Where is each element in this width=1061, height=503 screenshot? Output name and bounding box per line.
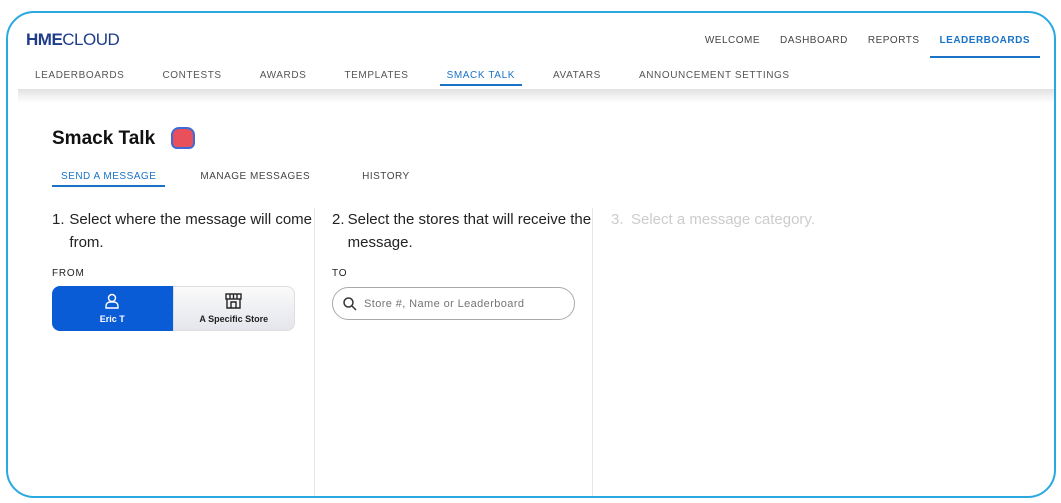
step-number: 1. (52, 211, 65, 228)
message-tabs: SEND A MESSAGE MANAGE MESSAGES HISTORY (52, 171, 445, 187)
topnav-leaderboards[interactable]: LEADERBOARDS (929, 35, 1040, 58)
step-number: 2. (332, 211, 345, 228)
tab-manage-messages[interactable]: MANAGE MESSAGES (191, 171, 319, 187)
subnav-announcement-settings[interactable]: ANNOUNCEMENT SETTINGS (632, 70, 797, 86)
from-option-store[interactable]: A Specific Store (172, 286, 295, 331)
step-text: Select a message category. (631, 211, 815, 228)
user-icon (105, 293, 119, 309)
topnav-dashboard[interactable]: DASHBOARD (770, 35, 858, 58)
header-shadow (18, 89, 1054, 103)
search-icon (343, 296, 357, 311)
page-title: Smack Talk (52, 128, 156, 149)
tab-history[interactable]: HISTORY (353, 171, 419, 187)
step-text: Select the stores that will receive the … (347, 211, 592, 251)
top-nav: WELCOME DASHBOARD REPORTS LEADERBOARDS (695, 35, 1040, 58)
step-from: 1. Select where the message will come fro… (52, 208, 314, 496)
logo-light: CLOUD (62, 30, 120, 49)
app-frame: HMECLOUD WELCOME DASHBOARD REPORTS LEADE… (6, 11, 1056, 498)
step-to: 2. Select the stores that will receive th… (314, 208, 592, 496)
store-search[interactable] (332, 287, 575, 320)
subnav-smack-talk[interactable]: SMACK TALK (439, 70, 523, 86)
subnav-awards[interactable]: AWARDS (253, 70, 314, 86)
from-option-user[interactable]: Eric T (52, 286, 173, 331)
sub-nav: LEADERBOARDS CONTESTS AWARDS TEMPLATES S… (28, 70, 797, 86)
subnav-avatars[interactable]: AVATARS (546, 70, 608, 86)
from-label: FROM (52, 268, 85, 279)
step-category: 3. Select a message category. (592, 208, 992, 496)
logo-bold: HME (26, 30, 63, 49)
store-search-input[interactable] (364, 297, 554, 310)
option-label: Eric T (99, 314, 125, 324)
topnav-reports[interactable]: REPORTS (858, 35, 930, 58)
subnav-templates[interactable]: TEMPLATES (337, 70, 415, 86)
step-text: Select where the message will come from. (69, 211, 313, 251)
tab-send-message[interactable]: SEND A MESSAGE (52, 171, 166, 187)
topnav-welcome[interactable]: WELCOME (695, 35, 770, 58)
mascot-icon (171, 127, 195, 149)
hme-cloud-logo[interactable]: HMECLOUD (26, 30, 120, 50)
from-selector: Eric T A Specific Store (52, 286, 295, 331)
option-label: A Specific Store (199, 314, 269, 324)
subnav-contests[interactable]: CONTESTS (155, 70, 228, 86)
to-label: TO (332, 268, 348, 279)
subnav-leaderboards[interactable]: LEADERBOARDS (28, 70, 131, 86)
step-number: 3. (611, 211, 624, 228)
store-icon (225, 293, 242, 309)
